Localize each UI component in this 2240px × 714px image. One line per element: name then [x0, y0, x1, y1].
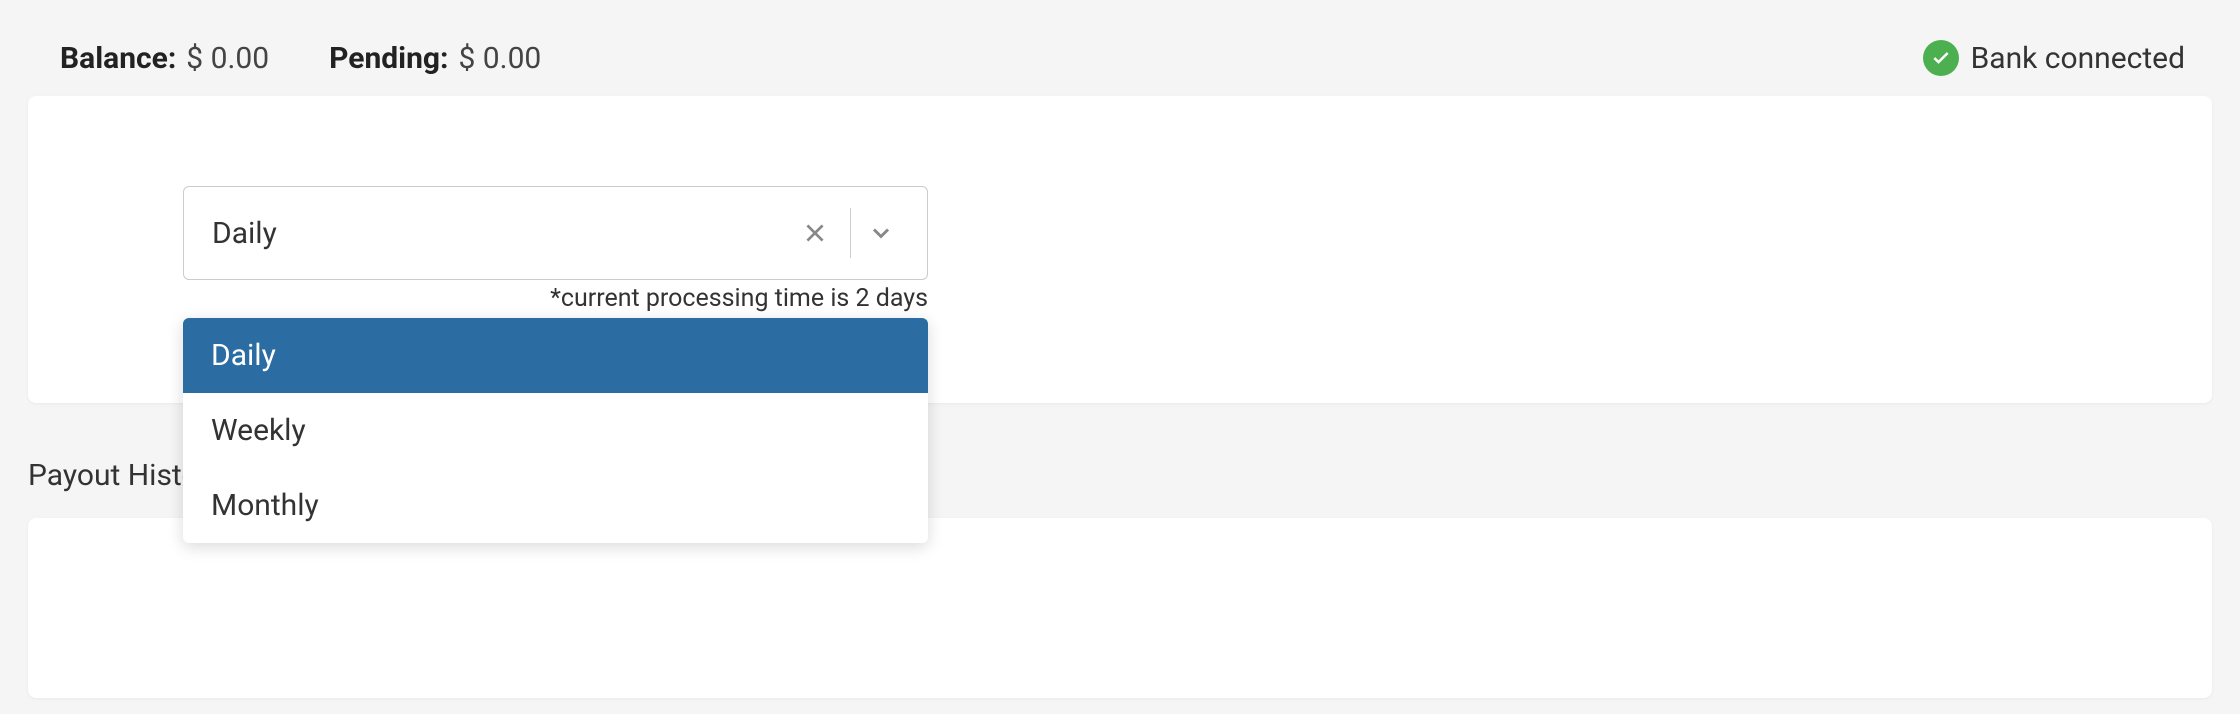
bank-status: Bank connected: [1923, 40, 2200, 76]
chevron-down-icon: [867, 219, 895, 247]
balance-group: Balance: $ 0.00: [60, 41, 269, 76]
close-icon: [802, 220, 828, 246]
header-bar: Balance: $ 0.00 Pending: $ 0.00 Bank con…: [0, 0, 2240, 96]
helper-text: *current processing time is 2 days: [183, 284, 928, 313]
dropdown-option-daily[interactable]: Daily: [183, 318, 928, 393]
dropdown-option-monthly[interactable]: Monthly: [183, 468, 928, 543]
balance-label: Balance:: [60, 41, 176, 76]
frequency-select[interactable]: Daily: [183, 186, 928, 280]
bank-status-text: Bank connected: [1971, 41, 2185, 76]
pending-group: Pending: $ 0.00: [329, 41, 541, 76]
dropdown-toggle[interactable]: [855, 211, 907, 255]
dropdown-option-weekly[interactable]: Weekly: [183, 393, 928, 468]
frequency-card: Daily *current processing time is 2 days…: [28, 96, 2212, 403]
payout-history-card: [28, 518, 2212, 698]
header-left: Balance: $ 0.00 Pending: $ 0.00: [60, 41, 541, 76]
select-wrapper: Daily *current processing time is 2 days…: [183, 186, 928, 313]
pending-value: $ 0.00: [459, 41, 542, 76]
pending-label: Pending:: [329, 41, 448, 76]
dropdown-menu: Daily Weekly Monthly: [183, 318, 928, 543]
balance-value: $ 0.00: [186, 41, 269, 76]
select-divider: [850, 208, 851, 258]
select-value: Daily: [212, 216, 277, 251]
select-controls: [784, 208, 907, 258]
clear-button[interactable]: [784, 212, 846, 254]
check-circle-icon: [1923, 40, 1959, 76]
